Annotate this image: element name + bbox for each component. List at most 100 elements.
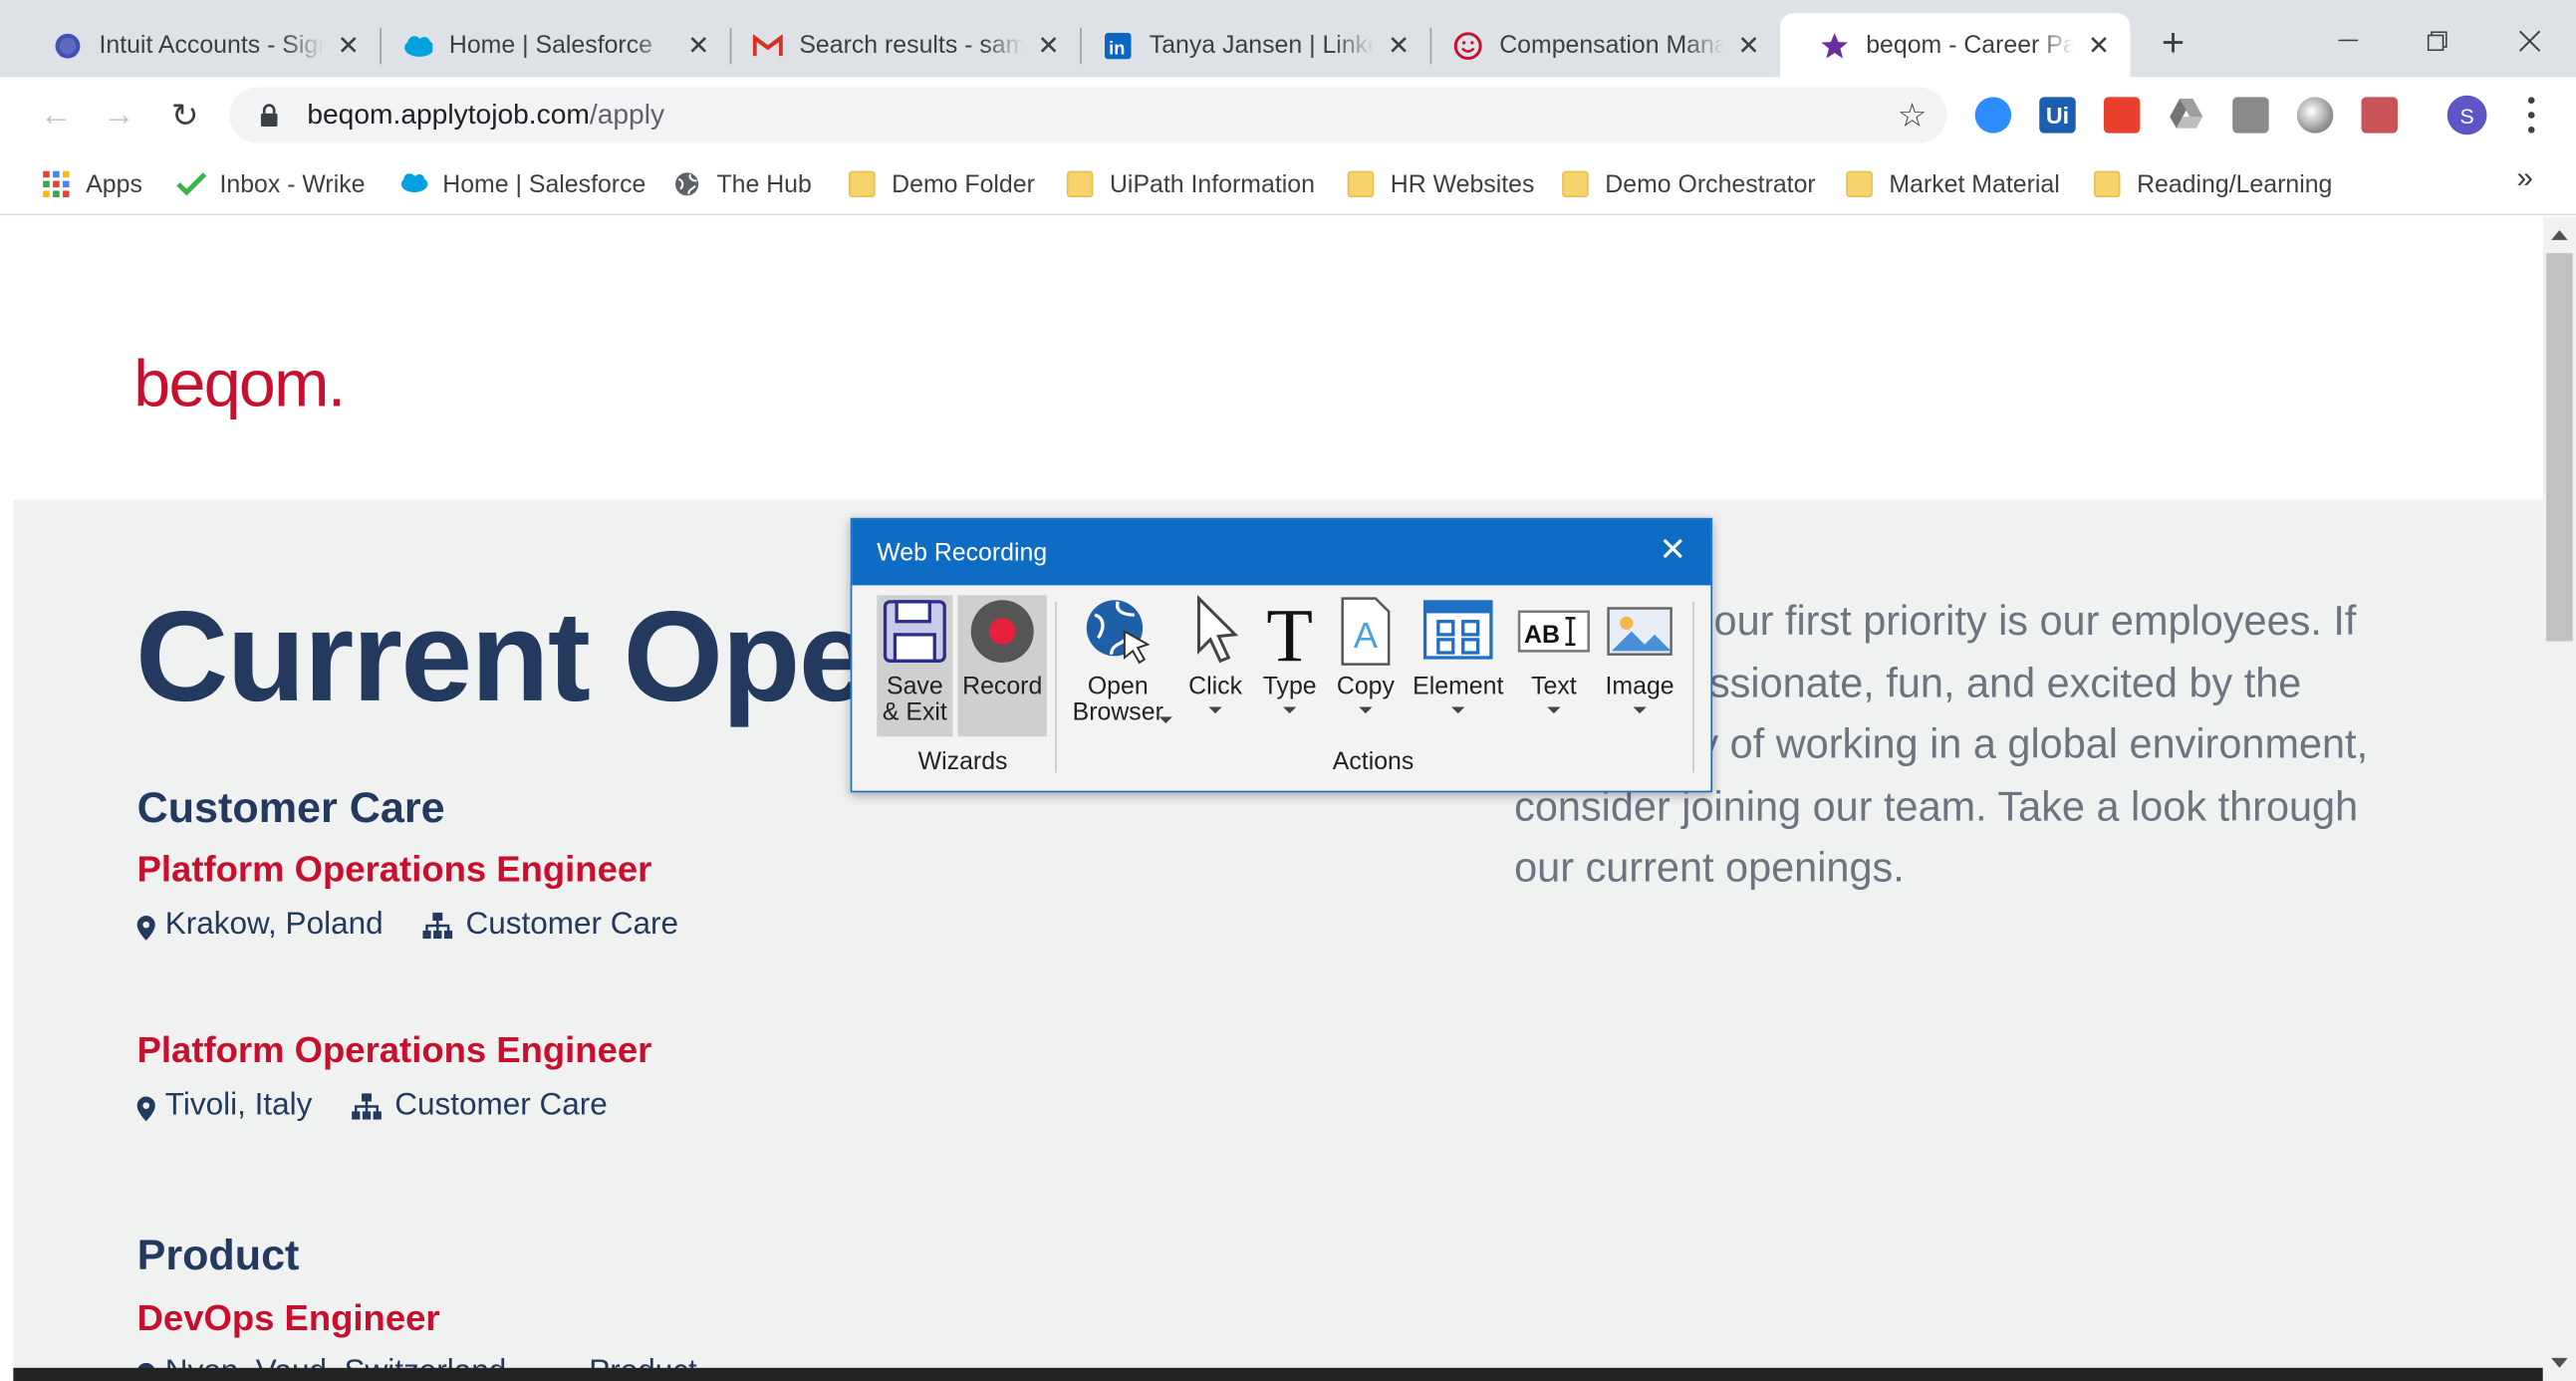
close-tab-icon[interactable]: ✕ <box>683 31 713 60</box>
copy-button[interactable]: A Copy <box>1333 595 1399 714</box>
uipath-extension-icon[interactable]: Ui <box>2039 97 2076 134</box>
red-extension-icon[interactable] <box>2103 97 2141 134</box>
job-location: Krakow, Poland <box>164 907 384 943</box>
bookmark-demo-orchestrator[interactable]: Demo Orchestrator <box>1562 164 1816 204</box>
bookmark-label: Demo Orchestrator <box>1605 169 1816 198</box>
scroll-up-arrow-icon[interactable] <box>2551 230 2568 240</box>
close-tab-icon[interactable]: ✕ <box>1734 31 1764 60</box>
text-button[interactable]: AB Text <box>1517 595 1590 714</box>
zoom-extension-icon[interactable] <box>1974 97 2012 134</box>
bookmark-apps[interactable]: Apps <box>43 164 142 204</box>
tab-compensation[interactable]: Compensation Management ✕ <box>1414 13 1780 77</box>
back-arrow-icon[interactable]: ← <box>31 91 81 140</box>
intuit-icon <box>53 31 83 61</box>
tab-linkedin[interactable]: in Tanya Jansen | LinkedIn ✕ <box>1064 13 1430 77</box>
dropdown-caret-icon <box>1547 706 1561 714</box>
bookmark-label: Home | Salesforce <box>442 169 646 198</box>
job-department: Customer Care <box>394 1088 608 1123</box>
svg-text:A: A <box>1354 615 1379 656</box>
svg-text:T: T <box>1266 595 1313 668</box>
location-pin-icon <box>136 1094 155 1121</box>
globe-icon <box>673 171 700 197</box>
button-label: Record <box>962 672 1043 700</box>
bookmark-uipath-information[interactable]: UiPath Information <box>1066 164 1315 204</box>
bookmark-market-material[interactable]: Market Material <box>1846 164 2060 204</box>
tab-gmail[interactable]: Search results - samuel ✕ <box>713 13 1080 77</box>
google-drive-icon[interactable] <box>2169 97 2204 133</box>
close-tab-icon[interactable]: ✕ <box>1034 31 1064 60</box>
tab-intuit[interactable]: Intuit Accounts - Sign In ✕ <box>13 13 380 77</box>
bookmark-label: HR Websites <box>1390 169 1535 198</box>
category-heading: Customer Care <box>136 782 445 832</box>
save-exit-button[interactable]: Save & Exit <box>877 595 953 737</box>
job-meta: Krakow, Poland Customer Care <box>136 907 678 944</box>
copy-document-icon: A <box>1329 595 1402 668</box>
browser-toolbar: ← → ↻ beqom.applytojob.com/apply ☆ Ui S <box>0 77 2576 153</box>
window-close-icon[interactable] <box>2496 17 2562 67</box>
scroll-down-arrow-icon[interactable] <box>2551 1357 2568 1368</box>
bookmark-the-hub[interactable]: The Hub <box>673 164 812 204</box>
pdf-extension-icon[interactable] <box>2361 97 2398 134</box>
button-label: Click <box>1188 672 1243 700</box>
close-tab-icon[interactable]: ✕ <box>1384 31 1414 60</box>
tab-title: Intuit Accounts - Sign In <box>99 31 323 60</box>
close-tab-icon[interactable]: ✕ <box>334 31 364 60</box>
job-link[interactable]: Platform Operations Engineer <box>137 848 652 891</box>
close-tab-icon[interactable]: ✕ <box>2084 31 2114 60</box>
dialog-close-icon[interactable]: ✕ <box>1658 534 1687 567</box>
button-label: Image <box>1605 672 1674 700</box>
dropdown-caret-icon <box>1359 706 1373 714</box>
wizards-group-label: Wizards <box>917 747 1008 776</box>
group-divider <box>1055 601 1057 773</box>
bookmark-hr-websites[interactable]: HR Websites <box>1347 164 1535 204</box>
gmail-icon <box>752 31 783 61</box>
address-bar[interactable]: beqom.applytojob.com/apply ☆ <box>229 87 1947 143</box>
floppy-disk-icon <box>879 595 951 668</box>
element-button[interactable]: Element <box>1411 595 1506 714</box>
bookmark-star-icon[interactable]: ☆ <box>1898 96 1928 137</box>
bookmark-extension-icon[interactable] <box>2232 97 2269 134</box>
folder-icon <box>1347 170 1375 197</box>
button-label: Open Browser <box>1072 672 1163 727</box>
forward-arrow-icon[interactable]: → <box>94 91 143 140</box>
tab-title: Compensation Management <box>1499 31 1723 60</box>
tab-salesforce[interactable]: Home | Salesforce ✕ <box>364 13 730 77</box>
open-browser-button[interactable]: Open Browser <box>1064 595 1172 726</box>
web-page: beqom. Current Openings At beqom, our fi… <box>13 216 2543 1381</box>
tab-beqom-active[interactable]: beqom - Career Page ✕ <box>1780 13 2131 78</box>
scrollbar-thumb[interactable] <box>2546 253 2573 642</box>
new-tab-plus-icon[interactable]: + <box>2152 21 2194 66</box>
bookmark-reading-learning[interactable]: Reading/Learning <box>2093 164 2332 204</box>
smiley-icon <box>1453 31 1483 61</box>
type-button[interactable]: T Type <box>1257 594 1323 714</box>
bookmark-label: Inbox - Wrike <box>219 169 366 198</box>
bookmark-salesforce[interactable]: Home | Salesforce <box>399 164 645 204</box>
bookmark-label: Apps <box>86 169 142 198</box>
bookmark-wrike[interactable]: Inbox - Wrike <box>176 164 366 204</box>
more-bookmarks-chevron-icon[interactable]: » <box>2516 161 2533 196</box>
folder-icon <box>1066 170 1094 197</box>
tab-title: Home | Salesforce <box>448 31 652 60</box>
browser-menu-icon[interactable] <box>2520 94 2543 137</box>
minimize-icon[interactable] <box>2315 17 2381 67</box>
folder-icon <box>849 170 876 197</box>
folder-icon <box>1846 170 1873 197</box>
restore-icon[interactable] <box>2405 17 2470 67</box>
button-label: Text <box>1531 672 1577 700</box>
dialog-titlebar[interactable]: Web Recording <box>852 519 1711 586</box>
beqom-logo[interactable]: beqom. <box>133 349 346 422</box>
job-link[interactable]: Platform Operations Engineer <box>137 1029 652 1072</box>
job-link[interactable]: DevOps Engineer <box>137 1297 440 1340</box>
folder-icon <box>2093 170 2121 197</box>
reload-icon[interactable]: ↻ <box>160 91 210 140</box>
image-button[interactable]: Image <box>1600 595 1679 714</box>
location-pin-icon <box>136 914 155 940</box>
letter-t-icon: T <box>1253 594 1326 678</box>
click-button[interactable]: Click <box>1182 595 1248 714</box>
bookmark-demo-folder[interactable]: Demo Folder <box>849 164 1035 204</box>
dropdown-caret-icon <box>1208 706 1222 714</box>
profile-avatar[interactable]: S <box>2447 95 2487 136</box>
sphere-extension-icon[interactable] <box>2296 97 2334 134</box>
page-scrollbar[interactable] <box>2542 216 2576 1381</box>
record-button[interactable]: Record <box>957 595 1047 737</box>
